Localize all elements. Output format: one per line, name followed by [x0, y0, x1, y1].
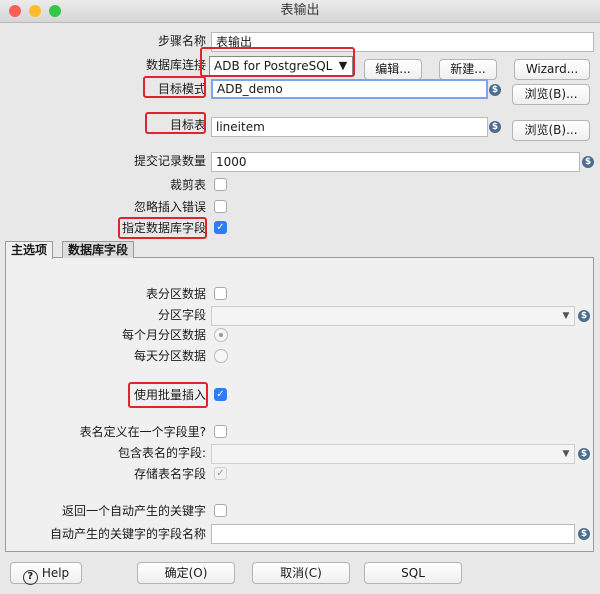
- chevron-down-icon[interactable]: ▼: [559, 307, 573, 325]
- key-field-name-label: 自动产生的关键字的字段名称: [49, 527, 206, 541]
- monthly-partition-radio[interactable]: [214, 328, 228, 342]
- variable-icon[interactable]: $: [489, 121, 501, 133]
- ok-button[interactable]: 确定(O): [137, 562, 235, 584]
- commit-size-label: 提交记录数量: [133, 154, 206, 168]
- store-name-label: 存储表名字段: [133, 467, 206, 481]
- specify-fields-checkbox[interactable]: ✓: [214, 221, 227, 234]
- daily-partition-radio[interactable]: [214, 349, 228, 363]
- help-icon: ?: [22, 570, 38, 585]
- table-partition-label: 表分区数据: [145, 287, 206, 301]
- ignore-errors-checkbox[interactable]: [214, 200, 227, 213]
- name-field-label: 包含表名的字段:: [117, 446, 206, 460]
- cancel-button[interactable]: 取消(C): [252, 562, 350, 584]
- monthly-partition-label: 每个月分区数据: [121, 328, 206, 342]
- name-in-field-checkbox[interactable]: [214, 425, 227, 438]
- browse-schema-button[interactable]: 浏览(B)...: [512, 84, 590, 105]
- highlight-box-table: [145, 112, 206, 134]
- ignore-errors-label: 忽略插入错误: [133, 200, 206, 214]
- target-schema-input[interactable]: ADB_demo: [211, 79, 488, 99]
- table-partition-checkbox[interactable]: [214, 287, 227, 300]
- wizard-button[interactable]: Wizard...: [514, 59, 590, 80]
- return-key-checkbox[interactable]: [214, 504, 227, 517]
- highlight-box-schema: [143, 76, 206, 98]
- name-in-field-label: 表名定义在一个字段里?: [79, 425, 206, 439]
- highlight-box-batch-insert: [128, 382, 208, 408]
- truncate-table-label: 裁剪表: [169, 178, 206, 192]
- truncate-table-checkbox[interactable]: [214, 178, 227, 191]
- help-label: Help: [41, 566, 70, 580]
- store-name-checkbox[interactable]: ✓: [214, 467, 227, 480]
- edit-connection-button[interactable]: 编辑...: [364, 59, 422, 80]
- target-table-input[interactable]: lineitem: [211, 117, 488, 137]
- connection-label: 数据库连接: [145, 58, 206, 72]
- step-name-label: 步骤名称: [157, 34, 206, 48]
- return-key-label: 返回一个自动产生的关键字: [61, 504, 206, 518]
- key-field-name-input[interactable]: [211, 524, 575, 544]
- highlight-box-specify-fields: [118, 217, 207, 239]
- highlight-box-connection: [200, 47, 355, 77]
- partition-field-label: 分区字段: [157, 308, 206, 322]
- partition-field-select[interactable]: [211, 306, 575, 326]
- variable-icon[interactable]: $: [582, 156, 594, 168]
- tab-database-fields[interactable]: 数据库字段: [62, 241, 135, 258]
- variable-icon[interactable]: $: [578, 528, 590, 540]
- variable-icon[interactable]: $: [578, 310, 590, 322]
- sql-button[interactable]: SQL: [364, 562, 462, 584]
- name-field-select[interactable]: [211, 444, 575, 464]
- browse-table-button[interactable]: 浏览(B)...: [512, 120, 590, 141]
- variable-icon[interactable]: $: [489, 84, 501, 96]
- batch-insert-checkbox[interactable]: ✓: [214, 388, 227, 401]
- help-button[interactable]: ? Help: [10, 562, 82, 585]
- daily-partition-label: 每天分区数据: [133, 349, 206, 363]
- window-title: 表输出: [280, 3, 320, 18]
- new-connection-button[interactable]: 新建...: [439, 59, 497, 80]
- tab-main-options[interactable]: 主选项: [5, 241, 54, 259]
- commit-size-input[interactable]: 1000: [211, 152, 580, 172]
- variable-icon[interactable]: $: [578, 448, 590, 460]
- chevron-down-icon[interactable]: ▼: [559, 445, 573, 463]
